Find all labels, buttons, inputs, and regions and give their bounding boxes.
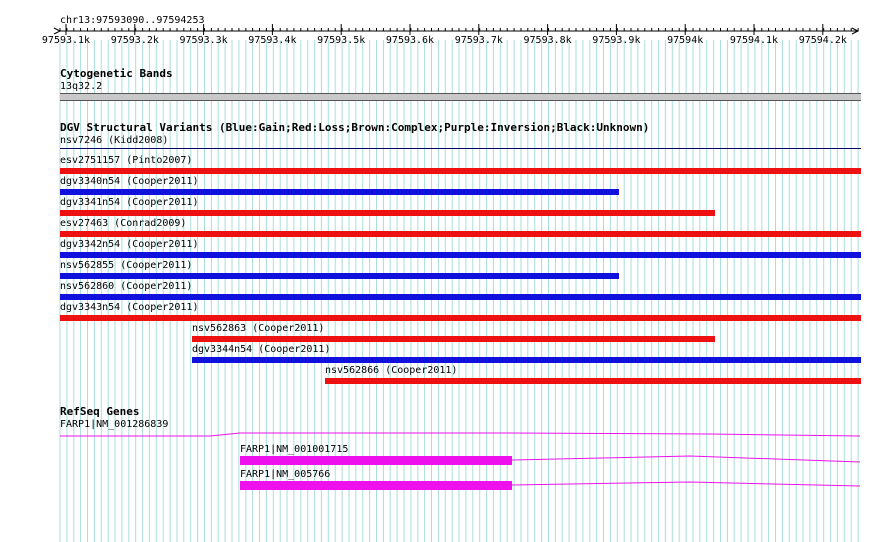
variant-gain-bar[interactable]	[60, 273, 619, 279]
variant-label[interactable]: nsv7246 (Kidd2008)	[60, 135, 168, 146]
gene-label[interactable]: FARP1|NM_001001715	[240, 444, 348, 455]
variant-label[interactable]: nsv562863 (Cooper2011)	[192, 323, 324, 334]
variant-label[interactable]: esv27463 (Conrad2009)	[60, 218, 186, 229]
variant-label[interactable]: nsv562860 (Cooper2011)	[60, 281, 192, 292]
variant-loss-bar[interactable]	[60, 315, 861, 321]
variant-gain-bar[interactable]	[60, 252, 861, 258]
variant-label[interactable]: dgv3340n54 (Cooper2011)	[60, 176, 198, 187]
dgv-track-title: DGV Structural Variants (Blue:Gain;Red:L…	[60, 121, 650, 134]
ruler-tick-label: 97593.6k	[385, 35, 435, 46]
variant-label[interactable]: dgv3343n54 (Cooper2011)	[60, 302, 198, 313]
variant-loss-bar[interactable]	[60, 231, 861, 237]
variant-label[interactable]: nsv562855 (Cooper2011)	[60, 260, 192, 271]
variant-label[interactable]: esv2751157 (Pinto2007)	[60, 155, 192, 166]
cytoband-label: 13q32.2	[60, 81, 103, 92]
ruler-tick-label: 97593.7k	[454, 35, 503, 46]
variant-gain-bar[interactable]	[60, 294, 861, 300]
gene-label[interactable]: FARP1|NM_005766	[240, 469, 330, 480]
variant-loss-bar[interactable]	[325, 378, 861, 384]
ruler-tick-label: 97593.3k	[179, 35, 228, 46]
ruler-tick-label: 97593.4k	[248, 35, 297, 46]
variant-label[interactable]: dgv3341n54 (Cooper2011)	[60, 197, 198, 208]
variant-loss-bar[interactable]	[60, 210, 715, 216]
variant-loss-bar[interactable]	[60, 168, 861, 174]
variant-label[interactable]: dgv3342n54 (Cooper2011)	[60, 239, 198, 250]
variant-label[interactable]: dgv3344n54 (Cooper2011)	[192, 344, 330, 355]
ruler-tick-label: 97593.2k	[110, 35, 159, 46]
variant-gain-bar[interactable]	[60, 189, 619, 195]
ruler-tick-label: 97593.1k	[41, 35, 91, 46]
ruler-tick-label: 97594.2k	[798, 35, 847, 46]
variant-loss-bar[interactable]	[192, 336, 715, 342]
ruler-tick-label: 97593.8k	[523, 35, 572, 46]
cytoband-bar[interactable]	[60, 93, 861, 101]
gene-models[interactable]	[0, 425, 890, 495]
variant-gain-bar[interactable]	[192, 357, 861, 363]
ruler-tick-label: 97593.5k	[317, 35, 366, 46]
cytoband-track-title: Cytogenetic Bands	[60, 67, 173, 80]
ruler-tick-label: 97594k	[667, 35, 704, 46]
ruler-tick-label: 97593.9k	[592, 35, 641, 46]
variant-feature[interactable]	[60, 148, 861, 149]
ruler-tick-label: 97594.1k	[729, 35, 779, 46]
variant-label[interactable]: nsv562866 (Cooper2011)	[325, 365, 457, 376]
refseq-track-title: RefSeq Genes	[60, 405, 140, 418]
